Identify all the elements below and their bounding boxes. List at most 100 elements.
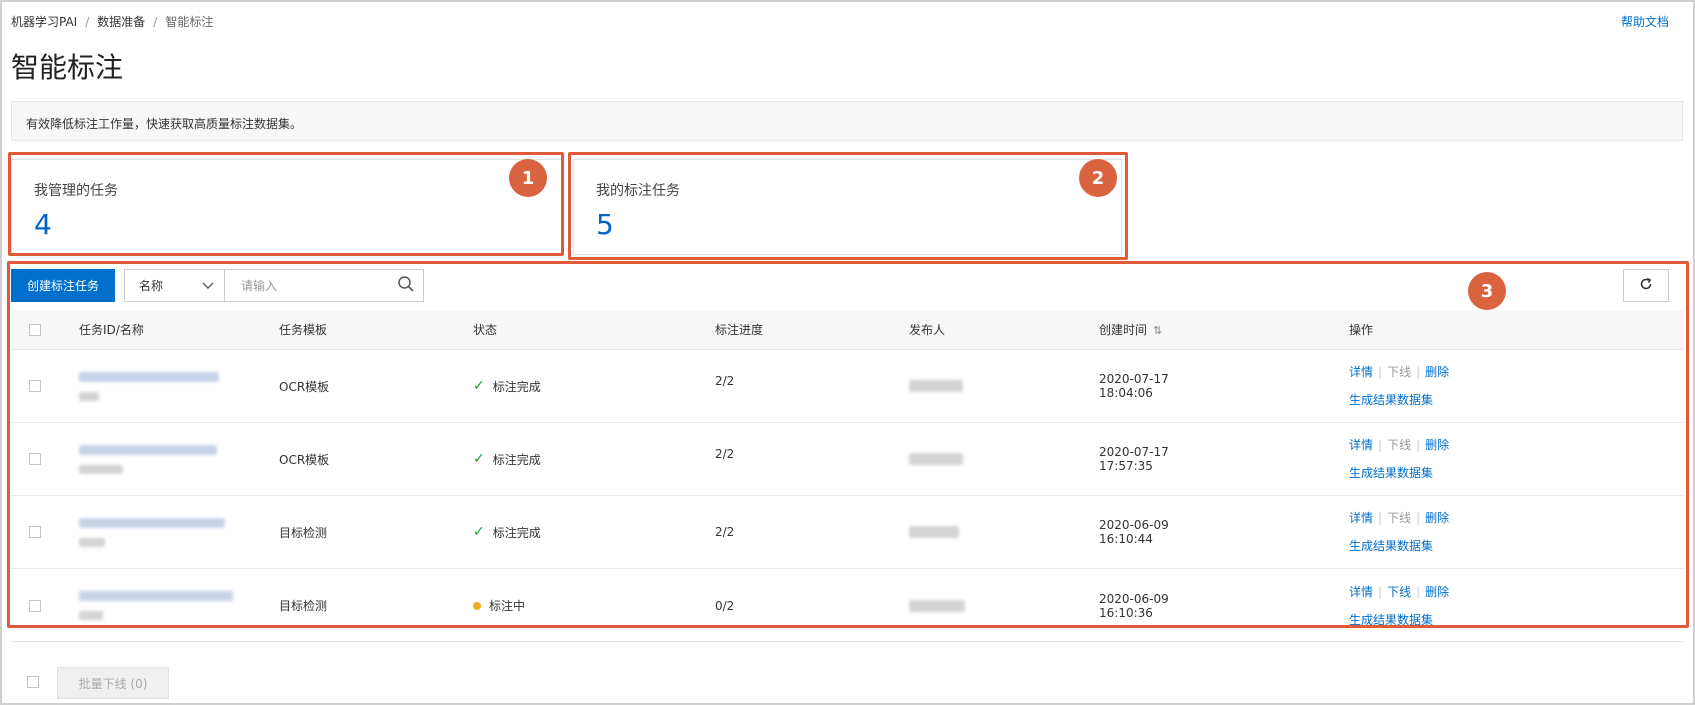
table-row: 目标检测 ✓ 标注完成 2/2 2020-06-09 16:10:44 详情 | 下… (11, 496, 1683, 569)
check-icon: ✓ (473, 524, 485, 540)
redacted-publisher (909, 380, 963, 392)
batch-offline-button: 批量下线 (0) (57, 667, 169, 699)
chevron-down-icon (202, 279, 214, 293)
table-header: 任务ID/名称 任务模板 状态 标注进度 发布人 创建时间 ⇅ 操作 (11, 310, 1683, 350)
column-header-label: 创建时间 (1099, 323, 1148, 337)
task-id-cell[interactable] (59, 517, 279, 547)
help-docs-link[interactable]: 帮助文档 (1621, 13, 1669, 30)
generate-dataset-link[interactable]: 生成结果数据集 (1349, 539, 1433, 553)
card-my-annotation-tasks[interactable]: 我的标注任务 5 (573, 159, 1122, 255)
redacted-task-id (79, 444, 217, 455)
template-cell: 目标检测 (279, 525, 328, 540)
redacted-task-name (79, 391, 99, 401)
task-id-cell[interactable] (59, 371, 279, 401)
task-table: 任务ID/名称 任务模板 状态 标注进度 发布人 创建时间 ⇅ 操作 OCR模板 … (11, 310, 1683, 642)
progress-cell: 2/2 (715, 374, 735, 388)
annotation-marker-1: 1 (509, 159, 547, 197)
created-time-cell: 2020-07-17 17:57:35 (1099, 445, 1349, 473)
progress-cell: 2/2 (715, 525, 735, 539)
breadcrumb-item-data-prep[interactable]: 数据准备 (97, 13, 145, 30)
created-date: 2020-06-09 (1099, 518, 1169, 532)
delete-link[interactable]: 删除 (1425, 585, 1449, 599)
search-field-select[interactable]: 名称 (124, 269, 226, 302)
actions-cell: 详情 | 下线 | 删除 生成结果数据集 (1349, 438, 1450, 480)
sort-icon[interactable]: ⇅ (1153, 324, 1162, 337)
select-all-checkbox[interactable] (29, 323, 41, 336)
row-checkbox[interactable] (29, 599, 41, 612)
delete-link[interactable]: 删除 (1425, 438, 1449, 452)
created-time: 16:10:36 (1099, 605, 1153, 620)
actions-cell: 详情 | 下线 | 删除 生成结果数据集 (1349, 584, 1450, 627)
table-toolbar: 创建标注任务 名称 (11, 269, 425, 302)
table-row: 目标检测 标注中 0/2 2020-06-09 16:10:36 详情 | 下线 | 删… (11, 569, 1683, 642)
footer-divider (11, 641, 1683, 642)
task-id-cell[interactable] (59, 444, 279, 474)
breadcrumb-item-pai[interactable]: 机器学习PAI (11, 13, 77, 30)
status-text: 标注完成 (492, 452, 541, 467)
search-input[interactable] (241, 278, 382, 293)
table-row: OCR模板 ✓ 标注完成 2/2 2020-07-17 18:04:06 详情 |… (11, 350, 1683, 423)
breadcrumb-separator: / (85, 14, 90, 29)
generate-dataset-link[interactable]: 生成结果数据集 (1349, 613, 1433, 627)
detail-link[interactable]: 详情 (1349, 585, 1373, 599)
delete-link[interactable]: 删除 (1425, 511, 1449, 525)
column-header-publisher: 发布人 (909, 323, 946, 337)
generate-dataset-link[interactable]: 生成结果数据集 (1349, 393, 1433, 407)
template-cell: OCR模板 (279, 379, 330, 394)
status-text: 标注中 (489, 599, 526, 613)
refresh-button[interactable] (1623, 269, 1669, 302)
generate-dataset-link[interactable]: 生成结果数据集 (1349, 466, 1433, 480)
progress-cell: 0/2 (715, 598, 735, 613)
redacted-task-name (79, 464, 123, 474)
status-cell: ✓ 标注完成 (473, 378, 715, 395)
progress-cell: 2/2 (715, 447, 735, 461)
column-header-task: 任务ID/名称 (79, 323, 144, 337)
card-managed-tasks[interactable]: 我管理的任务 4 (11, 159, 563, 255)
template-cell: 目标检测 (279, 599, 328, 613)
publisher-cell (909, 453, 1099, 465)
status-text: 标注完成 (492, 525, 541, 540)
card-label: 我管理的任务 (34, 183, 118, 199)
delete-link[interactable]: 删除 (1425, 365, 1449, 379)
detail-link[interactable]: 详情 (1349, 438, 1373, 452)
template-cell: OCR模板 (279, 452, 330, 467)
redacted-publisher (909, 599, 965, 612)
status-cell: ✓ 标注完成 (473, 451, 715, 468)
check-icon: ✓ (473, 378, 485, 394)
row-checkbox[interactable] (29, 453, 41, 465)
card-label: 我的标注任务 (596, 183, 680, 199)
detail-link[interactable]: 详情 (1349, 365, 1373, 379)
create-task-button[interactable]: 创建标注任务 (11, 269, 116, 302)
redacted-task-id (79, 591, 233, 601)
publisher-cell (909, 526, 1099, 538)
check-icon: ✓ (473, 451, 485, 467)
page-description: 有效降低标注工作量，快速获取高质量标注数据集。 (11, 101, 1683, 141)
column-header-progress: 标注进度 (715, 323, 764, 337)
column-header-created[interactable]: 创建时间 ⇅ (1099, 321, 1349, 338)
status-cell: 标注中 (473, 597, 715, 614)
search-icon[interactable] (397, 275, 415, 296)
offline-link: 下线 (1387, 511, 1412, 525)
publisher-cell (909, 599, 1099, 612)
in-progress-dot-icon (473, 601, 481, 610)
created-date: 2020-07-17 (1099, 445, 1169, 459)
created-time-cell: 2020-06-09 16:10:44 (1099, 518, 1349, 546)
footer-select-all-checkbox[interactable] (27, 676, 39, 688)
detail-link[interactable]: 详情 (1349, 511, 1373, 525)
redacted-publisher (909, 526, 959, 538)
search-box (225, 269, 425, 302)
breadcrumb-separator: / (153, 14, 158, 29)
table-row: OCR模板 ✓ 标注完成 2/2 2020-07-17 17:57:35 详情 |… (11, 423, 1683, 496)
created-time: 17:57:35 (1099, 459, 1153, 473)
created-time: 16:10:44 (1099, 532, 1153, 546)
row-checkbox[interactable] (29, 380, 41, 392)
offline-link: 下线 (1387, 438, 1412, 452)
created-time: 18:04:06 (1099, 386, 1153, 400)
column-header-status: 状态 (473, 323, 498, 337)
actions-cell: 详情 | 下线 | 删除 生成结果数据集 (1349, 511, 1450, 553)
annotation-marker-2: 2 (1079, 159, 1117, 197)
task-id-cell[interactable] (59, 591, 279, 620)
row-checkbox[interactable] (29, 526, 41, 538)
offline-link[interactable]: 下线 (1387, 585, 1411, 599)
status-text: 标注完成 (492, 379, 541, 394)
